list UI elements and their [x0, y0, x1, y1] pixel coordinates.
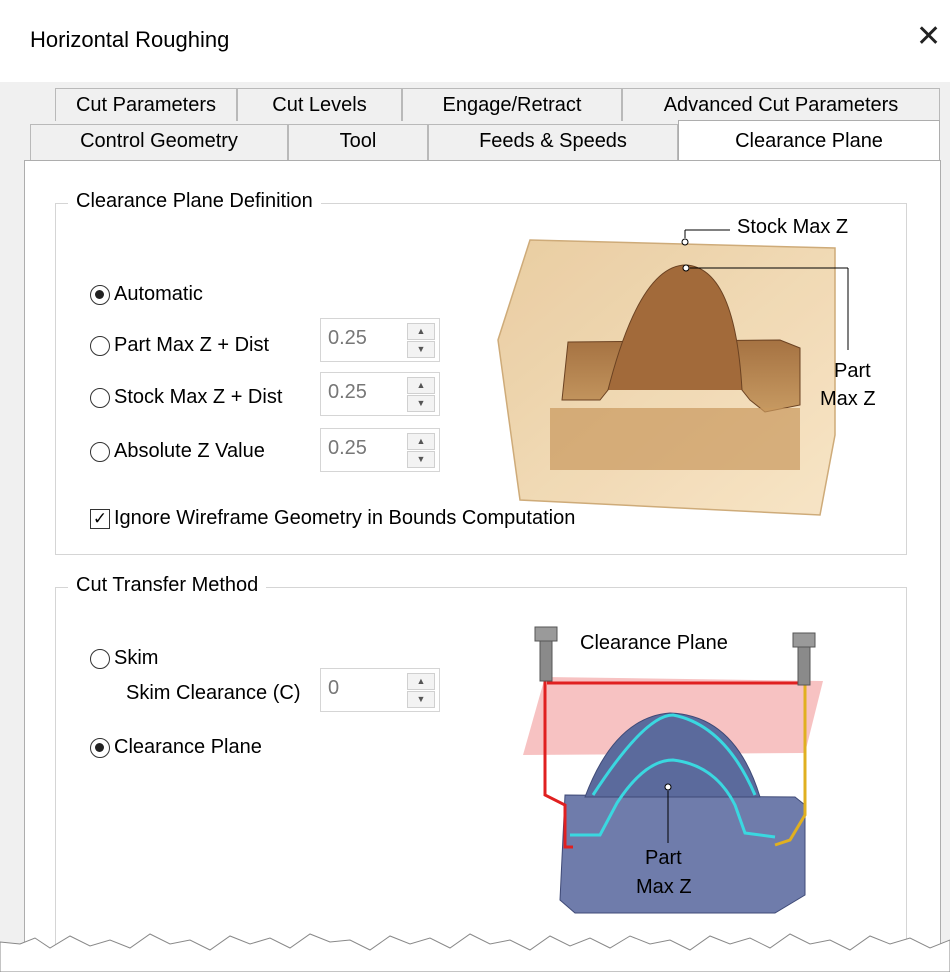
title-bar: Horizontal Roughing ✕	[0, 0, 950, 82]
tab-engage-retract[interactable]: Engage/Retract	[402, 88, 622, 121]
radio-label: Skim	[114, 647, 159, 669]
stepper-value[interactable]: 0.25	[328, 437, 367, 460]
tool-right-icon	[797, 646, 811, 686]
radio-indicator[interactable]	[90, 737, 110, 758]
chevron-down-icon[interactable]: ▼	[407, 451, 435, 468]
radio-indicator[interactable]	[90, 648, 110, 669]
tab-advanced-cut-parameters[interactable]: Advanced Cut Parameters	[622, 88, 940, 121]
tab-cut-parameters[interactable]: Cut Parameters	[55, 88, 237, 121]
stock-max-z-label: Stock Max Z	[737, 216, 849, 238]
radio-skim[interactable]: Skim	[90, 647, 158, 670]
part-max-z-point	[664, 783, 672, 791]
radio-clearance-plane[interactable]: Clearance Plane	[90, 736, 262, 759]
radio-indicator[interactable]	[90, 441, 110, 462]
clearance-plane-diagram-title: Clearance Plane	[580, 632, 728, 654]
stock-part-diagram	[497, 229, 849, 516]
part-max-z-label-line2: Max Z	[820, 388, 876, 410]
chevron-up-icon[interactable]: ▲	[407, 377, 435, 394]
tab-control-geometry[interactable]: Control Geometry	[30, 124, 288, 160]
tab-feeds-speeds[interactable]: Feeds & Speeds	[428, 124, 678, 160]
part-max-z-label-line2: Max Z	[636, 876, 692, 898]
skim-clearance-stepper[interactable]: 0 ▲ ▼	[320, 668, 440, 712]
chevron-up-icon[interactable]: ▲	[407, 673, 435, 690]
part-base-shape	[550, 408, 800, 470]
stock-max-z-point	[681, 238, 689, 246]
radio-absolute-z-value[interactable]: Absolute Z Value	[90, 440, 265, 463]
chevron-down-icon[interactable]: ▼	[407, 691, 435, 708]
radio-label: Clearance Plane	[114, 736, 262, 758]
stock-max-z-dist-stepper[interactable]: 0.25 ▲ ▼	[320, 372, 440, 416]
stepper-value[interactable]: 0	[328, 677, 339, 700]
absolute-z-value-stepper[interactable]: 0.25 ▲ ▼	[320, 428, 440, 472]
tool-right-icon	[792, 632, 816, 648]
chevron-down-icon[interactable]: ▼	[407, 341, 435, 358]
dialog-window: Horizontal Roughing ✕ Cut Parameters Cut…	[0, 0, 950, 972]
part-max-z-label-line1: Part	[834, 360, 871, 382]
radio-indicator[interactable]	[90, 335, 110, 356]
chevron-up-icon[interactable]: ▲	[407, 433, 435, 450]
group-label-cut-transfer-method: Cut Transfer Method	[68, 574, 267, 597]
checkmark-icon[interactable]: ✓	[90, 508, 110, 529]
radio-label: Automatic	[114, 283, 203, 305]
torn-edge-decoration	[0, 933, 950, 972]
radio-label: Absolute Z Value	[114, 440, 265, 462]
tool-left-icon	[534, 626, 558, 642]
chevron-down-icon[interactable]: ▼	[407, 395, 435, 412]
tab-clearance-plane[interactable]: Clearance Plane	[678, 120, 940, 160]
radio-indicator[interactable]	[90, 284, 110, 305]
stepper-value[interactable]: 0.25	[328, 381, 367, 404]
dialog-title: Horizontal Roughing	[30, 27, 230, 52]
tab-tool[interactable]: Tool	[288, 124, 428, 160]
part-max-z-point	[682, 264, 690, 272]
chevron-up-icon[interactable]: ▲	[407, 323, 435, 340]
radio-part-max-z-dist[interactable]: Part Max Z + Dist	[90, 334, 269, 357]
radio-automatic[interactable]: Automatic	[90, 283, 203, 306]
part-max-z-dist-stepper[interactable]: 0.25 ▲ ▼	[320, 318, 440, 362]
radio-label: Stock Max Z + Dist	[114, 386, 283, 408]
radio-stock-max-z-dist[interactable]: Stock Max Z + Dist	[90, 386, 282, 409]
close-icon[interactable]: ✕	[916, 20, 941, 54]
tab-cut-levels[interactable]: Cut Levels	[237, 88, 402, 121]
part-max-z-label-line1: Part	[645, 847, 682, 869]
stepper-value[interactable]: 0.25	[328, 327, 367, 350]
skim-clearance-label: Skim Clearance (C)	[126, 682, 301, 704]
radio-indicator[interactable]	[90, 387, 110, 408]
tool-left-icon	[539, 640, 553, 682]
radio-label: Part Max Z + Dist	[114, 334, 270, 356]
torn-edge-shape	[0, 933, 950, 972]
group-label-clearance-plane-definition: Clearance Plane Definition	[68, 190, 321, 213]
